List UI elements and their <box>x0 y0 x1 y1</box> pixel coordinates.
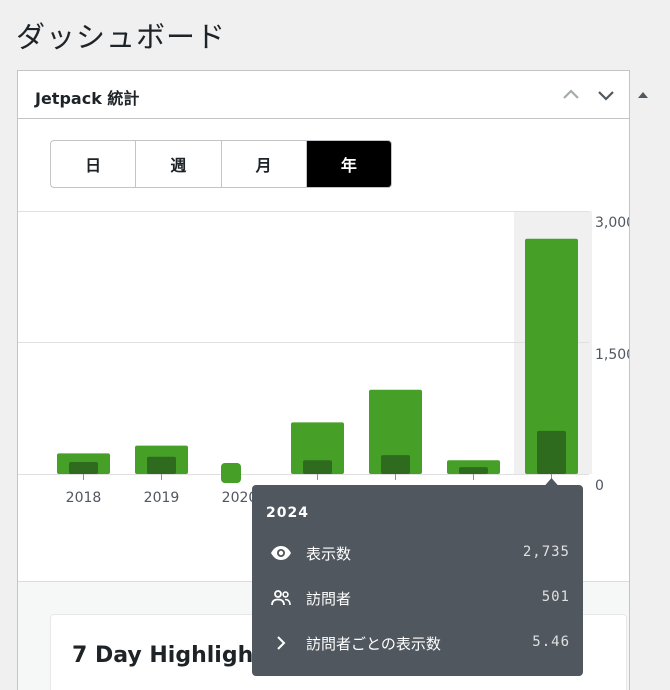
move-up-button[interactable] <box>559 83 583 107</box>
tooltip-value: 501 <box>541 589 570 605</box>
bar-visitors <box>459 467 488 474</box>
tooltip-row-views-per-visitor: 訪問者ごとの表示数 5.46 <box>252 631 583 655</box>
bar-visitors <box>381 455 410 474</box>
chevron-up-icon <box>563 89 579 99</box>
widget-header: Jetpack 統計 <box>18 71 648 119</box>
tooltip-row-visitors: 訪問者 501 <box>252 586 583 610</box>
tooltip-label: 訪問者 <box>306 590 352 608</box>
bar-visitors <box>147 456 176 474</box>
chevron-right-icon <box>269 631 293 655</box>
tab-year[interactable]: 年 <box>306 141 391 187</box>
page-title: ダッシュボード <box>16 20 227 54</box>
triangle-up-icon <box>638 92 648 98</box>
bar-visitors <box>303 460 332 474</box>
y-tick-label: 3,000 <box>595 215 629 231</box>
eye-icon <box>269 541 293 565</box>
move-down-button[interactable] <box>594 83 618 107</box>
chevron-down-icon <box>598 91 614 101</box>
tab-month[interactable]: 月 <box>222 141 307 187</box>
x-tick-label: 2019 <box>144 490 180 506</box>
tooltip-label: 訪問者ごとの表示数 <box>306 635 441 653</box>
y-tick-label: 1,500 <box>595 347 629 363</box>
period-tabs: 日 週 月 年 <box>50 140 392 188</box>
legend-swatch-views <box>221 463 241 483</box>
tab-day[interactable]: 日 <box>51 141 137 187</box>
bar-visitors <box>69 461 98 474</box>
tooltip-value: 5.46 <box>532 634 570 650</box>
people-icon <box>269 586 293 610</box>
widget-title: Jetpack 統計 <box>35 89 140 108</box>
toggle-panel-button[interactable] <box>631 83 648 107</box>
tooltip-row-views: 表示数 2,735 <box>252 541 583 565</box>
tooltip-value: 2,735 <box>522 544 570 560</box>
tooltip-title: 2024 <box>266 505 309 521</box>
tab-week[interactable]: 週 <box>136 141 222 187</box>
chart-tooltip: 2024 表示数 2,735 訪問者 501 訪問者ごとの表示数 5.46 <box>252 485 583 676</box>
bar-visitors <box>537 430 566 474</box>
tooltip-label: 表示数 <box>306 545 352 563</box>
y-tick-label: 0 <box>595 478 604 494</box>
x-tick-label: 2018 <box>66 490 102 506</box>
highlights-title: 7 Day Highlights <box>72 643 277 668</box>
